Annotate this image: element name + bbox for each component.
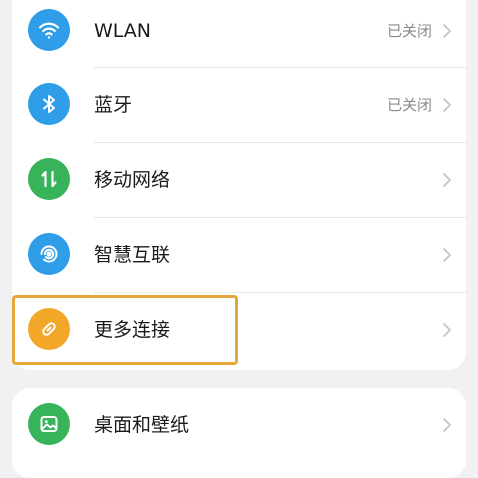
setting-row-bluetooth[interactable]: 蓝牙 已关闭 xyxy=(12,68,466,142)
setting-status: 已关闭 xyxy=(386,22,432,40)
chevron-right-icon xyxy=(442,23,452,39)
setting-label: 更多连接 xyxy=(94,319,171,341)
display-settings-card: 桌面和壁纸 xyxy=(12,388,466,478)
setting-label: WLAN xyxy=(94,20,152,42)
chevron-right-icon xyxy=(442,417,452,433)
setting-status: 已关闭 xyxy=(386,96,432,114)
setting-row-more-connections[interactable]: 更多连接 xyxy=(12,293,466,367)
bluetooth-icon xyxy=(28,83,70,125)
setting-row-wlan[interactable]: WLAN 已关闭 xyxy=(12,0,466,68)
network-settings-card: WLAN 已关闭 蓝牙 已关闭 移动网络 智慧互联 更多连接 xyxy=(12,0,466,370)
chevron-right-icon xyxy=(442,247,452,263)
setting-label: 智慧互联 xyxy=(94,244,171,266)
smart-connect-icon xyxy=(28,233,70,275)
setting-label: 桌面和壁纸 xyxy=(94,414,190,436)
setting-row-smart-connect[interactable]: 智慧互联 xyxy=(12,218,466,292)
mobile-network-icon xyxy=(28,158,70,200)
setting-row-wallpaper[interactable]: 桌面和壁纸 xyxy=(12,388,466,462)
link-icon xyxy=(28,308,70,350)
wallpaper-icon xyxy=(28,403,70,445)
chevron-right-icon xyxy=(442,322,452,338)
setting-label: 蓝牙 xyxy=(94,94,133,116)
chevron-right-icon xyxy=(442,172,452,188)
chevron-right-icon xyxy=(442,97,452,113)
wifi-icon xyxy=(28,9,70,51)
setting-row-mobile-network[interactable]: 移动网络 xyxy=(12,143,466,217)
setting-label: 移动网络 xyxy=(94,169,171,191)
